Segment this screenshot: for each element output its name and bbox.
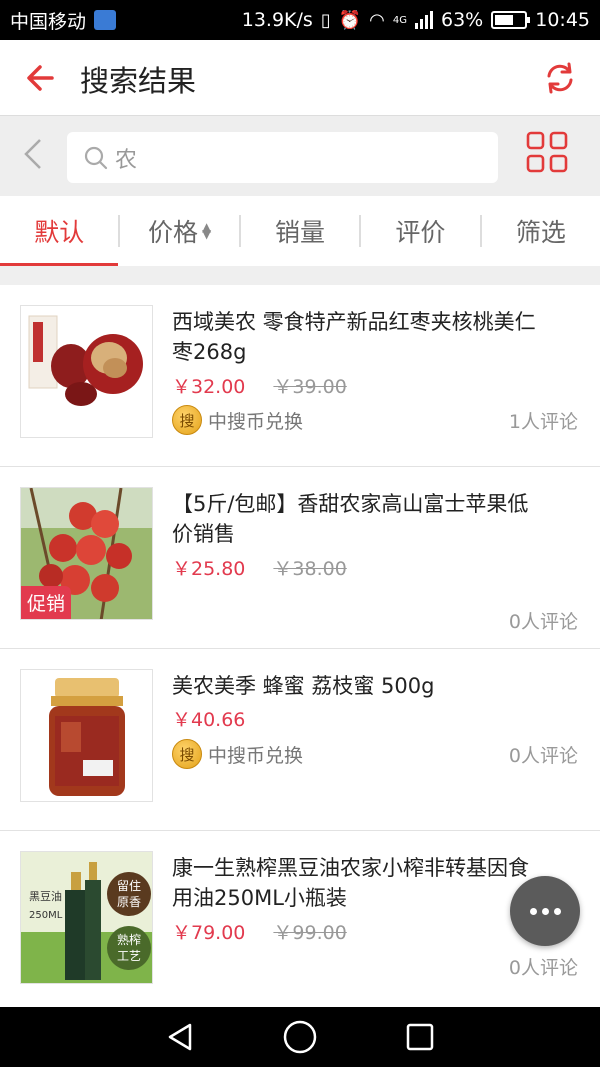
price-row: ￥32.00 ￥39.00 bbox=[172, 372, 347, 399]
chevron-left-icon[interactable] bbox=[16, 134, 48, 174]
product-title: 西域美农 零食特产新品红枣夹核桃美仁枣268g bbox=[172, 310, 536, 364]
dot bbox=[529, 907, 537, 915]
price-row: ￥40.66 bbox=[172, 705, 245, 732]
product-item[interactable]: 美农美季 蜂蜜 荔枝蜜 500g ￥40.66 搜 中搜币兑换 0人评论 bbox=[0, 649, 600, 831]
tab-filter[interactable]: 筛选 bbox=[482, 196, 600, 266]
product-price: ￥40.66 bbox=[172, 709, 246, 731]
coin-label: 中搜币兑换 bbox=[208, 744, 304, 767]
more-options-button[interactable] bbox=[510, 876, 580, 946]
nav-back-icon[interactable] bbox=[160, 1017, 200, 1057]
original-price: ￥39.00 bbox=[273, 376, 347, 398]
refresh-icon[interactable] bbox=[542, 60, 578, 96]
price-row: ￥79.00 ￥99.00 bbox=[172, 918, 347, 945]
keep-flavor-label-1: 留住 bbox=[117, 879, 141, 893]
product-title: 康一生熟榨黑豆油农家小榨非转基因食用油250ML小瓶装 bbox=[172, 856, 529, 910]
bean-oil-label: 黑豆油 bbox=[29, 889, 62, 903]
product-image-apples: 促销 bbox=[20, 487, 153, 620]
product-image-jujube-walnut bbox=[20, 305, 153, 438]
coin-exchange: 搜 中搜币兑换 bbox=[172, 739, 303, 769]
notification-icon bbox=[94, 10, 117, 30]
network-speed: 13.9K/s bbox=[241, 9, 313, 31]
product-item[interactable]: 西域美农 零食特产新品红枣夹核桃美仁枣268g ￥32.00 ￥39.00 搜 … bbox=[0, 285, 600, 467]
signal-icon bbox=[415, 11, 433, 29]
page-title: 搜索结果 bbox=[80, 64, 197, 98]
review-count: 0人评论 bbox=[508, 957, 578, 979]
product-image-honey-jar bbox=[20, 669, 153, 802]
coin-icon: 搜 bbox=[172, 405, 202, 435]
carrier-label: 中国移动 bbox=[10, 10, 87, 33]
promo-badge: 促销 bbox=[21, 586, 72, 619]
grid-view-icon[interactable] bbox=[526, 131, 568, 173]
wifi-icon: ◠ bbox=[369, 9, 385, 31]
volume-label: 250ML bbox=[29, 910, 63, 921]
tab-reviews[interactable]: 评价 bbox=[361, 196, 479, 266]
battery-icon bbox=[491, 11, 531, 29]
product-item[interactable]: 促销 【5斤/包邮】香甜农家高山富士苹果低价销售 ￥25.80 ￥38.00 0… bbox=[0, 467, 600, 649]
coin-exchange: 搜 中搜币兑换 bbox=[172, 405, 303, 435]
search-input[interactable]: 农 bbox=[67, 132, 498, 183]
original-price: ￥99.00 bbox=[273, 922, 347, 944]
app-header: 搜索结果 bbox=[0, 40, 600, 116]
product-price: ￥79.00 bbox=[172, 922, 246, 944]
search-icon bbox=[84, 146, 108, 169]
vibrate-icon: ▯ bbox=[320, 9, 331, 31]
product-image-black-bean-oil: 黑豆油 250ML 留住 原香 熟榨 工艺 bbox=[20, 851, 153, 984]
search-query: 农 bbox=[115, 147, 138, 173]
dot bbox=[541, 907, 549, 915]
coin-label: 中搜币兑换 bbox=[208, 410, 304, 433]
sort-arrows-icon: ▲ ▼ bbox=[202, 219, 212, 241]
nav-recents-icon[interactable] bbox=[400, 1017, 440, 1057]
price-row: ￥25.80 ￥38.00 bbox=[172, 554, 347, 581]
battery-percent: 63% bbox=[441, 9, 484, 31]
product-title: 美农美季 蜂蜜 荔枝蜜 500g bbox=[172, 674, 435, 698]
product-item[interactable]: 黑豆油 250ML 留住 原香 熟榨 工艺 康一生熟榨黑豆油农家小榨非转基因食用… bbox=[0, 831, 600, 1013]
keep-flavor-label-2: 原香 bbox=[117, 895, 141, 909]
status-bar: 中国移动 13.9K/s ▯ ⏰ ◠ 4G 63% 10:45 bbox=[0, 0, 600, 40]
product-price: ￥32.00 bbox=[172, 376, 246, 398]
back-arrow-icon[interactable] bbox=[22, 58, 62, 98]
dot bbox=[553, 907, 561, 915]
tab-sales[interactable]: 销量 bbox=[241, 196, 359, 266]
nav-home-icon[interactable] bbox=[280, 1017, 320, 1057]
product-price: ￥25.80 bbox=[172, 558, 246, 580]
process-label-2: 工艺 bbox=[117, 949, 141, 963]
review-count: 1人评论 bbox=[508, 411, 578, 433]
system-nav-bar bbox=[0, 1007, 600, 1067]
product-title: 【5斤/包邮】香甜农家高山富士苹果低价销售 bbox=[172, 492, 529, 546]
sort-tabs: 默认 价格 ▲ ▼ 销量 评价 筛选 bbox=[0, 196, 600, 266]
tab-price[interactable]: 价格 ▲ ▼ bbox=[120, 196, 238, 266]
network-type: 4G bbox=[392, 14, 407, 26]
tab-default[interactable]: 默认 bbox=[0, 196, 119, 266]
review-count: 0人评论 bbox=[508, 745, 578, 767]
alarm-icon: ⏰ bbox=[338, 9, 362, 31]
search-bar-row: 农 bbox=[0, 116, 600, 196]
original-price: ￥38.00 bbox=[273, 558, 347, 580]
clock: 10:45 bbox=[535, 9, 590, 31]
coin-icon: 搜 bbox=[172, 739, 202, 769]
process-label-1: 熟榨 bbox=[117, 932, 141, 947]
review-count: 0人评论 bbox=[508, 611, 578, 633]
